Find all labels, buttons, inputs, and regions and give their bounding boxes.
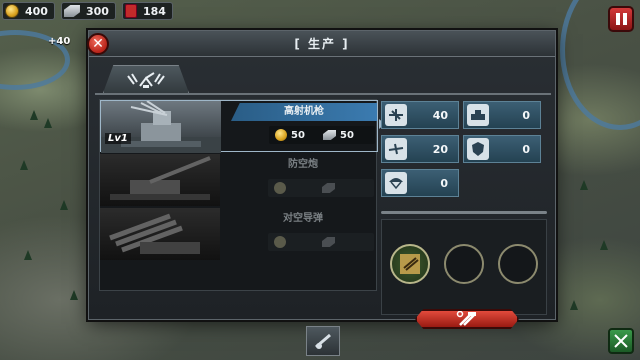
divider xyxy=(381,211,547,214)
gold-icon xyxy=(274,236,286,248)
production-dialog: [ 生产 ] ✕ Lv1 高射机枪 50 50 防空炮 对空导弹 40 0 20… xyxy=(87,30,556,329)
steel-cost xyxy=(322,180,339,196)
unit-thumbnail xyxy=(100,208,220,260)
gold-cost-value: 50 xyxy=(291,129,305,141)
unit-stats: 40 0 20 0 0 xyxy=(381,99,547,315)
tab-underline xyxy=(95,93,551,95)
dialog-title: [ 生产 ] xyxy=(89,31,555,57)
gold-icon xyxy=(5,4,19,18)
medal-icon xyxy=(124,4,137,18)
queue-slot-empty[interactable] xyxy=(444,244,484,284)
vs-aircraft-icon xyxy=(385,104,407,126)
steel-icon xyxy=(323,130,336,140)
tab-anti-air[interactable] xyxy=(103,65,189,93)
gold-icon xyxy=(274,182,286,194)
unit-list: Lv1 高射机枪 50 50 防空炮 对空导弹 xyxy=(99,99,378,291)
vs-paratrooper-icon xyxy=(385,172,407,194)
unit-thumbnail: Lv1 xyxy=(101,101,221,153)
production-queue xyxy=(381,219,547,315)
aa-machine-gun-icon xyxy=(400,254,420,274)
map-tree xyxy=(570,300,578,310)
next-turn-button[interactable] xyxy=(608,328,634,354)
map-tree xyxy=(24,250,32,260)
steel-cost-value: 50 xyxy=(340,129,354,141)
stat-vs-paratrooper: 0 xyxy=(381,169,459,197)
map-tree xyxy=(60,200,68,210)
game-screen: 400 300 184 +40 [ 生产 ] ✕ Lv1 高射机枪 50 50 … xyxy=(0,0,640,360)
map-tree xyxy=(580,180,588,190)
unit-item-aa-cannon[interactable]: 防空炮 xyxy=(100,154,378,206)
map-tree xyxy=(30,110,38,120)
steel-cost xyxy=(322,234,339,250)
gold-cost xyxy=(274,180,290,196)
stat-value: 0 xyxy=(522,142,530,156)
steel-icon xyxy=(63,5,80,17)
close-icon: ✕ xyxy=(92,36,104,52)
stat-vs-shield: 0 xyxy=(463,135,541,163)
steel-cost: 50 xyxy=(323,127,354,143)
unit-item-aa-machine-gun[interactable]: Lv1 高射机枪 50 50 xyxy=(100,100,378,153)
unit-name: 防空炮 xyxy=(288,159,318,170)
stat-value: 40 xyxy=(432,108,448,122)
unit-name: 高射机枪 xyxy=(231,103,377,121)
swords-icon xyxy=(614,334,628,348)
resource-bar: 400 300 184 xyxy=(0,0,640,22)
pause-icon xyxy=(615,13,620,25)
unit-thumbnail xyxy=(100,154,220,206)
pause-button[interactable] xyxy=(608,6,634,32)
gold-value: 400 xyxy=(25,4,48,18)
artillery-icon xyxy=(315,333,331,349)
stat-value: 0 xyxy=(522,108,530,122)
close-button[interactable]: ✕ xyxy=(87,33,109,55)
unit-level: Lv1 xyxy=(105,133,131,144)
map-tree xyxy=(44,118,52,128)
stat-value: 20 xyxy=(432,142,448,156)
medal-counter: 184 xyxy=(121,2,173,20)
steel-icon xyxy=(322,237,335,247)
vs-shield-icon xyxy=(467,138,489,160)
map-tree xyxy=(20,160,28,170)
hammer-wrench-icon xyxy=(456,311,476,326)
stat-value: 0 xyxy=(440,176,448,190)
stat-vs-armor: 0 xyxy=(463,101,541,129)
queue-slot-filled[interactable] xyxy=(390,244,430,284)
unit-name: 对空导弹 xyxy=(283,213,323,224)
queue-slot-empty[interactable] xyxy=(498,244,538,284)
gold-icon xyxy=(275,129,287,141)
medal-value: 184 xyxy=(142,4,166,18)
gold-cost xyxy=(274,234,290,250)
steel-icon xyxy=(322,183,335,193)
steel-counter: 300 xyxy=(60,2,116,20)
vs-armor-icon xyxy=(467,104,489,126)
steel-value: 300 xyxy=(85,4,109,18)
vs-airplane-icon xyxy=(385,138,407,160)
stat-vs-aircraft: 40 xyxy=(381,101,459,129)
map-tree xyxy=(600,240,608,250)
map-tree xyxy=(70,290,78,300)
unit-item-sam[interactable]: 对空导弹 xyxy=(100,208,378,260)
gold-counter: 400 xyxy=(2,2,55,20)
anti-air-gun-icon xyxy=(127,71,165,88)
build-button[interactable] xyxy=(415,309,519,329)
income-label: +40 xyxy=(48,36,71,47)
stat-vs-airplane: 20 xyxy=(381,135,459,163)
gun-tab-button[interactable] xyxy=(306,326,340,356)
gold-cost: 50 xyxy=(275,127,305,143)
